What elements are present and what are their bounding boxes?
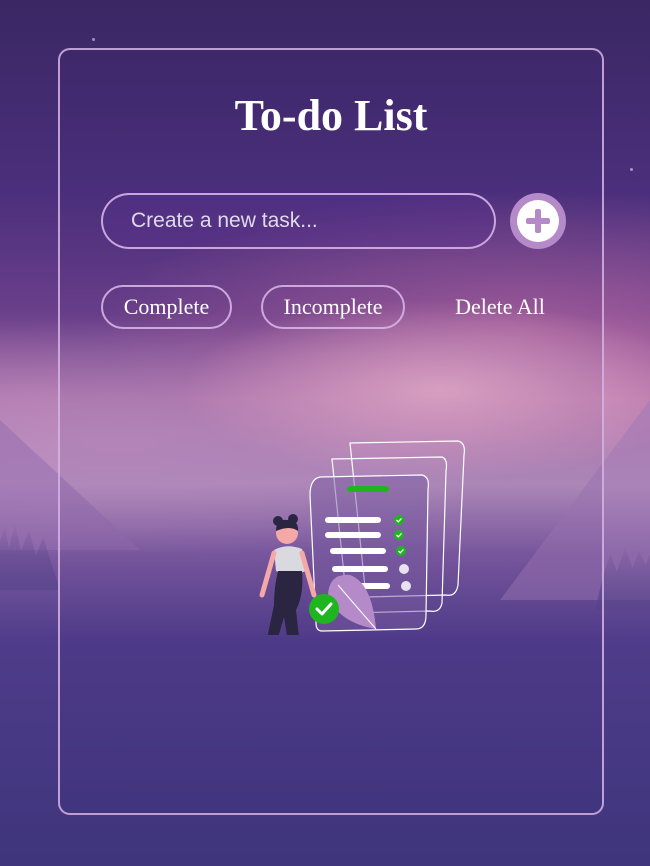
page-title: To-do List xyxy=(234,91,428,140)
filter-incomplete-button[interactable]: Incomplete xyxy=(261,285,405,329)
background-star xyxy=(92,38,95,41)
filter-complete-button[interactable]: Complete xyxy=(101,285,232,329)
new-task-input[interactable] xyxy=(101,193,496,249)
delete-all-button[interactable]: Delete All xyxy=(440,285,560,329)
empty-list-illustration xyxy=(259,440,465,635)
plus-icon xyxy=(526,209,550,233)
add-task-button[interactable] xyxy=(510,193,566,249)
background-star xyxy=(630,168,633,171)
todo-card: To-do List Complete Incomplete Delete Al… xyxy=(58,48,604,815)
